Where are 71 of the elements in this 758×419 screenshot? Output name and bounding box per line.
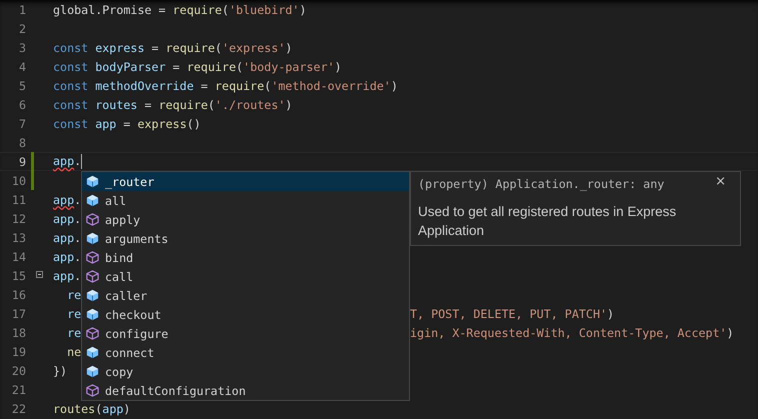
code-line: re <box>66 326 82 340</box>
line-number: 1 <box>18 2 26 16</box>
code-line: app. <box>53 192 82 206</box>
suggestion-item[interactable]: configure <box>82 324 409 343</box>
line-number: 16 <box>10 288 26 302</box>
code-line: ne <box>66 344 82 358</box>
code-line: const app = express() <box>53 116 201 130</box>
code-line: }) <box>53 364 68 378</box>
line-number: 14 <box>10 250 26 264</box>
line-number: 8 <box>18 136 26 150</box>
suggestion-item[interactable]: caller <box>82 286 409 305</box>
code-line: app. <box>53 230 82 244</box>
collapse-icon[interactable] <box>36 271 43 278</box>
cube-icon <box>85 174 100 189</box>
line-number: 22 <box>10 402 26 416</box>
cube-outline-icon <box>85 250 100 265</box>
line-number: 10 <box>10 174 26 188</box>
code-line: global.Promise = require('bluebird') <box>53 2 306 16</box>
line-number: 4 <box>18 60 26 74</box>
text-cursor <box>81 154 82 170</box>
property-description: Used to get all registered routes in Express Application <box>418 203 678 240</box>
line-number: 21 <box>10 382 26 396</box>
suggestion-item[interactable]: copy <box>82 362 409 381</box>
line-number: 5 <box>18 78 26 92</box>
line-number: 2 <box>18 22 26 36</box>
cube-icon <box>85 193 100 208</box>
line-number: 12 <box>10 212 26 226</box>
line-number: 7 <box>18 116 26 130</box>
code-line: routes(app) <box>53 402 130 416</box>
code-line: app. <box>53 154 82 168</box>
line-number: 15 <box>10 268 26 282</box>
suggestion-item[interactable]: all <box>82 191 409 210</box>
code-line: const bodyParser = require('body-parser') <box>53 60 342 74</box>
code-line: app. <box>53 250 82 264</box>
suggestion-item[interactable]: _router <box>82 172 409 191</box>
line-number: 6 <box>18 98 26 112</box>
property-signature: (property) Application._router: any <box>418 177 664 193</box>
code-line: app. <box>53 212 82 226</box>
code-line: app. <box>53 268 82 282</box>
line-number: 18 <box>10 326 26 340</box>
cube-icon <box>85 231 100 246</box>
suggestion-item[interactable]: call <box>82 267 409 286</box>
line-number: 9 <box>18 154 26 168</box>
close-button[interactable]: × <box>713 174 728 189</box>
line-number: 11 <box>10 192 26 206</box>
cube-icon <box>85 307 100 322</box>
suggestion-item[interactable]: checkout <box>82 305 409 324</box>
cube-icon <box>85 345 100 360</box>
cube-outline-icon <box>85 326 100 341</box>
code-line: igin, X-Requested-With, Content-Type, Accept') <box>410 326 734 340</box>
line-number: 20 <box>10 364 26 378</box>
code-line: const express = require('express') <box>53 40 292 54</box>
suggestion-item[interactable]: arguments <box>82 229 409 248</box>
code-line: T, POST, DELETE, PUT, PATCH') <box>410 306 614 320</box>
suggestion-item[interactable]: apply <box>82 210 409 229</box>
line-number: 3 <box>18 40 26 54</box>
code-line: re <box>66 288 82 302</box>
cube-outline-icon <box>85 383 100 398</box>
line-number: 19 <box>10 344 26 358</box>
code-line: const routes = require('./routes') <box>53 98 292 112</box>
cube-outline-icon <box>85 269 100 284</box>
cube-icon <box>85 288 100 303</box>
cube-outline-icon <box>85 212 100 227</box>
suggestion-item[interactable]: bind <box>82 248 409 267</box>
line-number: 13 <box>10 230 26 244</box>
code-line: const methodOverride = require('method-override') <box>53 78 398 92</box>
suggestion-item[interactable]: defaultConfiguration <box>82 381 409 400</box>
code-line: re <box>66 306 82 320</box>
suggestion-item[interactable]: connect <box>82 343 409 362</box>
cube-icon <box>85 364 100 379</box>
line-number: 17 <box>10 306 26 320</box>
